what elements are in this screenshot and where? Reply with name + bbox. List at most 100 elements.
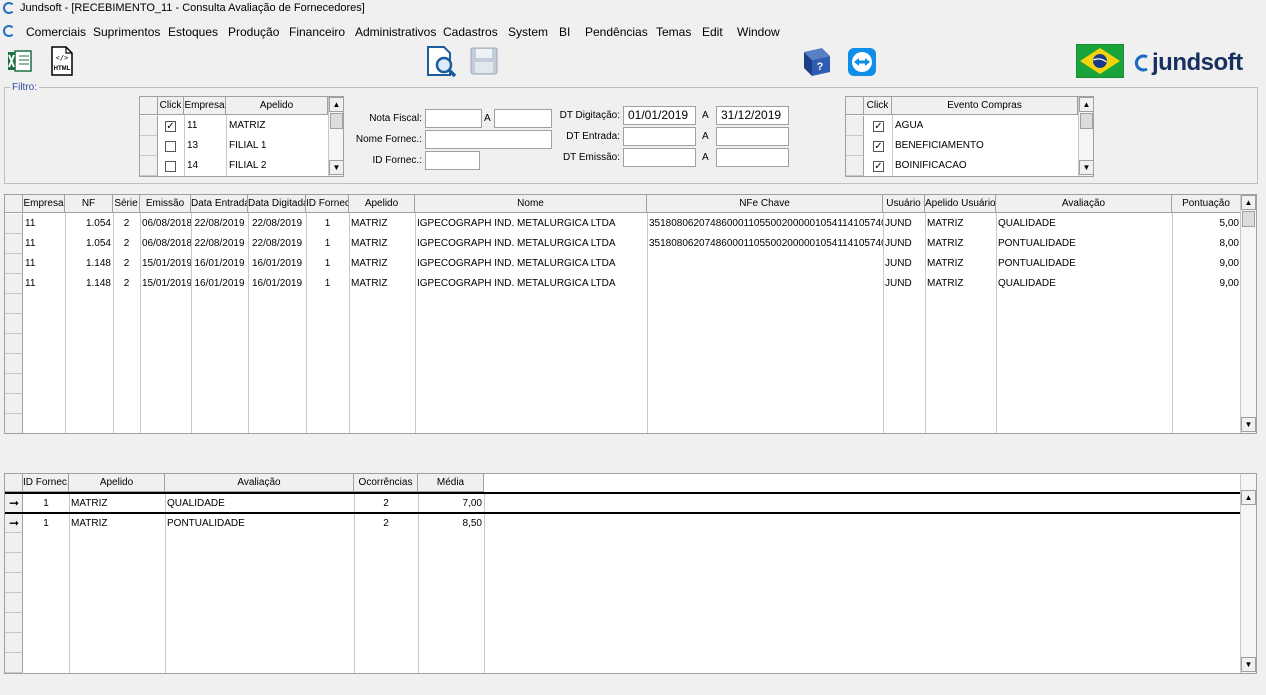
menu-administrativos[interactable]: Administrativos — [355, 25, 436, 39]
row-selector[interactable] — [5, 633, 23, 653]
col-apelido[interactable]: Apelido — [349, 195, 415, 213]
scroll-down-icon[interactable]: ▼ — [1241, 657, 1256, 672]
row-selector[interactable] — [846, 116, 864, 136]
row-selector[interactable] — [140, 156, 158, 176]
col-empresa[interactable]: Empresa — [184, 97, 226, 115]
dt-emissao-to-input[interactable] — [716, 148, 789, 167]
row-selector[interactable] — [5, 374, 23, 394]
nome-fornec-input[interactable] — [425, 130, 552, 149]
col-apelido-usuario[interactable]: Apelido Usuário — [925, 195, 996, 213]
col-apelido[interactable]: Apelido — [226, 97, 328, 115]
menu-suprimentos[interactable]: Suprimentos — [93, 25, 160, 39]
col-nome[interactable]: Nome — [415, 195, 647, 213]
scroll-up-icon[interactable]: ▲ — [1241, 490, 1256, 505]
col-id-fornec[interactable]: ID Fornec. — [23, 474, 69, 492]
row-selector[interactable] — [846, 136, 864, 156]
menu-estoques[interactable]: Estoques — [168, 25, 218, 39]
col-evento[interactable]: Evento Compras — [892, 97, 1078, 115]
checkbox-empresa-13[interactable] — [165, 141, 176, 152]
resumo-scrollbar[interactable]: ▲ ▼ — [1240, 474, 1256, 673]
row-selector[interactable] — [5, 653, 23, 673]
dt-digitacao-to-input[interactable]: 31/12/2019 — [716, 106, 789, 125]
checkbox-empresa-14[interactable] — [165, 161, 176, 172]
dt-digitacao-from-input[interactable]: 01/01/2019 — [623, 106, 696, 125]
menu-temas[interactable]: Temas — [656, 25, 691, 39]
help-book-icon[interactable]: ? — [800, 46, 834, 78]
col-empresa[interactable]: Empresa — [23, 195, 65, 213]
row-selector[interactable] — [5, 254, 23, 274]
html-export-icon[interactable]: </> HTML — [48, 45, 76, 77]
search-document-icon[interactable] — [424, 44, 458, 78]
brazil-flag-icon[interactable] — [1076, 44, 1124, 78]
cell-emissao: 06/08/2018 — [142, 218, 191, 229]
col-media[interactable]: Média — [418, 474, 484, 492]
row-selector[interactable] — [5, 354, 23, 374]
col-avaliacao[interactable]: Avaliação — [165, 474, 354, 492]
scroll-down-icon[interactable]: ▼ — [1079, 160, 1093, 175]
col-data-entrada[interactable]: Data Entrada — [191, 195, 248, 213]
nota-fiscal-to-input[interactable] — [494, 109, 552, 128]
scroll-up-icon[interactable]: ▲ — [1241, 195, 1256, 210]
checkbox-evento-agua[interactable]: ✓ — [873, 121, 884, 132]
col-avaliacao[interactable]: Avaliação — [996, 195, 1172, 213]
teamviewer-icon[interactable] — [846, 46, 878, 78]
col-click[interactable]: Click — [158, 97, 184, 115]
dt-emissao-from-input[interactable] — [623, 148, 696, 167]
row-selector[interactable] — [140, 116, 158, 136]
row-selector[interactable] — [5, 274, 23, 294]
row-selector[interactable] — [5, 593, 23, 613]
menu-bi[interactable]: BI — [559, 25, 570, 39]
row-selector[interactable] — [5, 414, 23, 433]
row-selector[interactable] — [5, 214, 23, 234]
col-nfe-chave[interactable]: NFe Chave — [647, 195, 883, 213]
scroll-thumb[interactable] — [1080, 113, 1093, 129]
row-selector[interactable] — [140, 136, 158, 156]
row-selector[interactable] — [5, 553, 23, 573]
menu-cadastros[interactable]: Cadastros — [443, 25, 498, 39]
row-selector[interactable] — [5, 334, 23, 354]
col-emissao[interactable]: Emissão — [140, 195, 191, 213]
scroll-down-icon[interactable]: ▼ — [329, 160, 343, 175]
menu-pendencias[interactable]: Pendências — [585, 25, 648, 39]
row-selector[interactable] — [5, 294, 23, 314]
menu-system[interactable]: System — [508, 25, 548, 39]
col-usuario[interactable]: Usuário — [883, 195, 925, 213]
dt-entrada-to-input[interactable] — [716, 127, 789, 146]
menu-comerciais[interactable]: Comerciais — [26, 25, 86, 39]
avaliacoes-scrollbar[interactable]: ▲ ▼ — [1240, 195, 1256, 433]
col-data-digitada[interactable]: Data Digitada — [248, 195, 306, 213]
app-menu-icon[interactable] — [3, 25, 15, 37]
col-apelido[interactable]: Apelido — [69, 474, 165, 492]
evento-scrollbar[interactable]: ▲ ▼ — [1078, 97, 1093, 176]
col-nf[interactable]: NF — [65, 195, 113, 213]
row-selector[interactable] — [5, 314, 23, 334]
menu-edit[interactable]: Edit — [702, 25, 723, 39]
scroll-thumb[interactable] — [1242, 211, 1255, 227]
excel-icon[interactable] — [6, 46, 34, 76]
scroll-down-icon[interactable]: ▼ — [1241, 417, 1256, 432]
col-pontuacao[interactable]: Pontuação — [1172, 195, 1241, 213]
save-icon[interactable] — [469, 46, 499, 76]
row-selector[interactable] — [5, 573, 23, 593]
scroll-up-icon[interactable]: ▲ — [1079, 97, 1093, 112]
nota-fiscal-from-input[interactable] — [425, 109, 482, 128]
id-fornec-input[interactable] — [425, 151, 480, 170]
scroll-up-icon[interactable]: ▲ — [329, 97, 343, 112]
row-selector[interactable] — [5, 533, 23, 553]
checkbox-evento-boinificacao[interactable]: ✓ — [873, 161, 884, 172]
col-serie[interactable]: Série — [113, 195, 140, 213]
scroll-thumb[interactable] — [330, 113, 343, 129]
col-ocorrencias[interactable]: Ocorrências — [354, 474, 418, 492]
row-selector[interactable] — [5, 613, 23, 633]
dt-entrada-from-input[interactable] — [623, 127, 696, 146]
row-selector[interactable] — [846, 156, 864, 176]
row-selector[interactable] — [5, 234, 23, 254]
row-selector[interactable] — [5, 394, 23, 414]
menu-window[interactable]: Window — [737, 25, 780, 39]
menu-financeiro[interactable]: Financeiro — [289, 25, 345, 39]
checkbox-evento-beneficiamento[interactable]: ✓ — [873, 141, 884, 152]
col-click[interactable]: Click — [864, 97, 892, 115]
menu-producao[interactable]: Produção — [228, 25, 279, 39]
col-id-fornec[interactable]: ID Fornec — [306, 195, 349, 213]
checkbox-empresa-11[interactable]: ✓ — [165, 121, 176, 132]
